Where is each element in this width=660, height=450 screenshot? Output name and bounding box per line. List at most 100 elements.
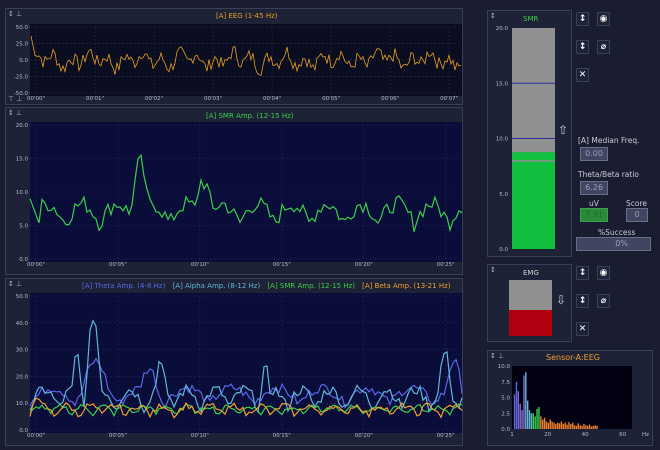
y-tick-label: 20.0 (496, 26, 509, 32)
disable-icon[interactable]: ⌀ (597, 40, 610, 54)
smr-amp-panel: ↕ ⊥ [A] SMR Amp. (12-15 Hz) 20.0 15.0 10.0 5… (5, 107, 463, 275)
remove-icon[interactable]: ✕ (576, 322, 589, 336)
spectrum-bar (573, 425, 576, 429)
spectrum-bar (575, 425, 578, 429)
x-tick-label: 20 (544, 432, 551, 438)
spectrum-bar (523, 375, 525, 429)
y-tick-label: -25.0 (14, 75, 29, 81)
zoom-out-icon[interactable]: ⊥ (16, 95, 22, 103)
emg-fill (509, 310, 552, 336)
y-tick-label: 15.0 (16, 157, 29, 163)
emg-bar (509, 280, 552, 336)
theta-beta-label: Theta/Beta ratio (578, 170, 639, 179)
spectrum-bar (545, 421, 548, 429)
spectrum-bar (581, 425, 583, 429)
x-tick-label: 40 (582, 432, 589, 438)
y-tick-label: 5.0 (501, 396, 510, 402)
y-tick-label: 50.0 (16, 294, 29, 300)
median-freq-value: 0.00 (580, 147, 608, 161)
emg-title: EMG (523, 269, 539, 277)
spectrum-bar (583, 423, 585, 429)
spectrum-bar (577, 423, 580, 429)
auto-threshold-icon[interactable]: ↕ (576, 294, 589, 308)
y-tick-label: 0.0 (19, 58, 28, 64)
spectrum-bar (590, 426, 593, 429)
spectrum-bar (519, 403, 521, 429)
spectrum-bar (560, 421, 563, 429)
eeg-chart: 50.025.00.0-25.0-50.000'00" 00'01" 00'02" 0… (14, 24, 462, 102)
smr-amp-chart: 20.015.010.05.00.000'00" 00'05" 00'10" 00'1… (16, 122, 463, 268)
score-label: Score (626, 199, 648, 208)
spectrum-bar (549, 419, 551, 429)
x-tick-label: 00'20" (355, 433, 373, 439)
spectrum-bar (564, 422, 566, 429)
spectrum-bar (562, 423, 565, 429)
bands-panel: ↕ ⊥ [A] Theta Amp. (4-8 Hz) [A] Alpha Amp… (5, 278, 463, 446)
spectrum-bar (528, 410, 531, 429)
spectrum-bar (570, 423, 572, 429)
zoom-in-icon[interactable]: ⊤ (8, 95, 14, 103)
x-tick-label: 00'00" (27, 433, 45, 439)
target-icon[interactable]: ◉ (597, 266, 610, 280)
x-unit-label: Hz (642, 432, 649, 438)
y-tick-label: 10.0 (16, 190, 29, 196)
y-tick-label: 40.0 (16, 321, 29, 327)
theta-beta-value: 6.26 (580, 181, 608, 195)
spectrum-bar (557, 422, 559, 429)
x-tick-label: 00'01" (86, 96, 104, 102)
x-tick-label: 00'15" (273, 262, 291, 268)
target-icon[interactable]: ◉ (597, 12, 610, 26)
spectrum-chart: 10.0 7.5 5.0 2.5 0.01 20 40 60 Hz (498, 364, 649, 438)
y-tick-label: 0.0 (499, 247, 508, 253)
median-freq-label: [A] Median Freq. (578, 136, 640, 145)
spectrum-bar (555, 423, 557, 429)
spectrum-bar (517, 391, 520, 429)
add-threshold-icon[interactable]: ↕ (576, 266, 589, 280)
x-tick-label: 00'00" (27, 262, 45, 268)
add-threshold-icon[interactable]: ↕ (576, 12, 589, 26)
y-tick-label: 7.5 (501, 380, 510, 386)
x-tick-label: 00'06" (381, 96, 399, 102)
success-value: 0% (576, 237, 651, 251)
x-tick-label: 00'25" (437, 262, 455, 268)
score-value: 0 (626, 208, 648, 222)
x-tick-label: 00'20" (355, 262, 373, 268)
y-tick-label: 20.0 (16, 123, 29, 129)
x-tick-label: 00'03" (204, 96, 222, 102)
eeg-bottom-toolbar: ⊤ ⊥ (8, 95, 24, 103)
emg-panel: ↕ EMG ⇩ (487, 264, 572, 342)
spectrum-bar (525, 372, 527, 429)
x-tick-label: 00'10" (191, 262, 209, 268)
spectrum-panel: ↕ ⊥ Sensor-A:EEG 10.0 7.5 5.0 2.5 0.0 1 20 40 60 H… (487, 350, 653, 446)
emg-toolbar: ↕ (490, 266, 498, 274)
x-tick-label: 00'05" (109, 262, 127, 268)
spectrum-bar (566, 424, 568, 429)
x-tick-label: 00'02" (145, 96, 163, 102)
spectrum-bar (527, 400, 529, 429)
spectrum-bar (553, 422, 555, 429)
remove-icon[interactable]: ✕ (576, 68, 589, 82)
smr-up-arrow: ⇧ (558, 123, 569, 137)
smr-bar-panel: ↕ SMR 20.0 15.0 10.0 5.0 0.0 ⇧ (487, 10, 572, 257)
x-tick-label: 00'04" (263, 96, 281, 102)
spectrum-bar (572, 422, 574, 429)
spectrum-bar (585, 425, 587, 429)
x-tick-label: 00'10" (191, 433, 209, 439)
spectrum-bar (596, 425, 598, 429)
spectrum-bar (551, 421, 553, 429)
uv-value: 7.91 (580, 208, 608, 222)
spectrum-bar (515, 381, 518, 429)
vertical-scale-icon[interactable]: ↕ (490, 266, 496, 274)
spectrum-bar (592, 425, 595, 429)
y-tick-label: 15.0 (496, 81, 509, 87)
y-tick-label: 20.0 (16, 374, 29, 380)
spectrum-bar (530, 413, 533, 429)
spectrum-bar (587, 425, 589, 429)
auto-threshold-icon[interactable]: ↕ (576, 40, 589, 54)
x-tick-label: 00'05" (109, 433, 127, 439)
success-label: %Success (598, 228, 636, 237)
disable-icon[interactable]: ⌀ (597, 294, 610, 308)
y-tick-label: 0.0 (501, 427, 510, 433)
x-tick-label: 00'00" (27, 96, 45, 102)
y-tick-label: 30.0 (16, 348, 29, 354)
